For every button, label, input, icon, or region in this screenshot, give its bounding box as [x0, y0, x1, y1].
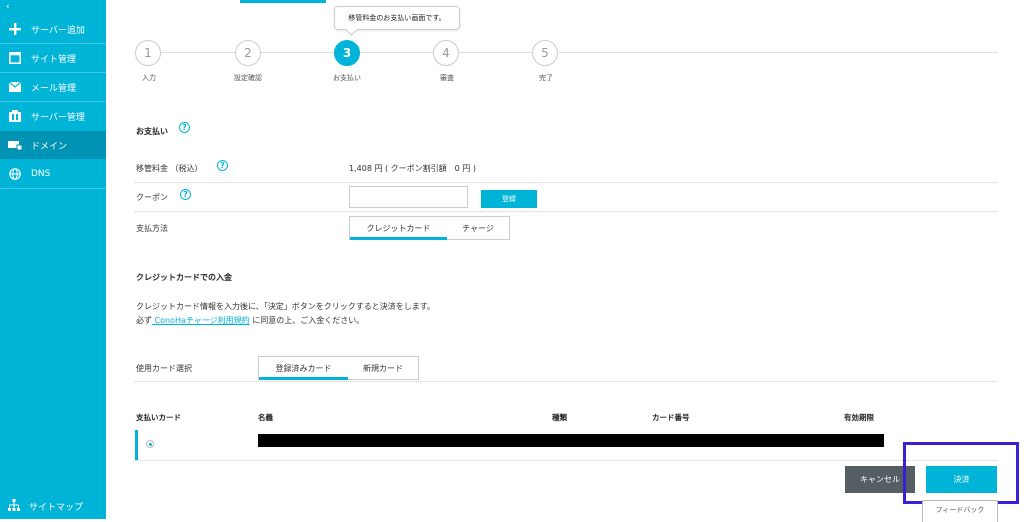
divider — [0, 188, 106, 189]
sidebar-item-label: サーバー追加 — [31, 25, 85, 36]
sitemap-icon — [8, 498, 20, 514]
help-icon[interactable]: ? — [179, 122, 190, 133]
step-label: 審査 — [440, 74, 454, 82]
sidebar-item-label: ドメイン — [31, 141, 68, 152]
terms-prefix: 必ず — [136, 316, 152, 325]
card-radio[interactable] — [146, 440, 154, 448]
step-4: 4 — [433, 40, 459, 66]
card-select-label: 使用カード選択 — [136, 364, 192, 373]
terms-line: 必ず ConoHaチャージ利用規約 に同意の上、ご入金ください。 — [136, 315, 364, 326]
tab-credit-card[interactable]: クレジットカード — [350, 217, 447, 240]
help-icon[interactable]: ? — [217, 160, 228, 171]
sidebar-item-label: サーバー管理 — [31, 112, 85, 123]
sidebar-item-server[interactable]: サーバー管理 — [0, 102, 106, 130]
help-icon[interactable]: ? — [180, 189, 191, 200]
domain-icon — [8, 138, 22, 152]
payment-method-tabs: クレジットカード チャージ — [349, 216, 510, 240]
sidebar-item-add-server[interactable]: サーバー追加 — [0, 15, 106, 43]
window-icon — [8, 51, 22, 65]
method-label: 支払方法 — [136, 224, 168, 233]
divider — [135, 211, 997, 212]
step-tooltip: 移管料金のお支払い画面です。 — [334, 6, 460, 30]
sidebar-item-label: サイト管理 — [31, 54, 77, 65]
column-header-holder: 名義 — [258, 413, 273, 422]
sitemap-link[interactable]: サイトマップ — [0, 496, 106, 516]
sidebar-item-site[interactable]: サイト管理 — [0, 44, 106, 72]
coupon-register-button[interactable]: 登録 — [481, 190, 537, 208]
step-label: 設定確認 — [234, 74, 262, 82]
row-selected-indicator — [135, 430, 138, 460]
credit-instructions: クレジットカード情報を入力後に、「決定」ボタンをクリックすると決済をします。 — [136, 302, 435, 311]
column-header-number: カード番号 — [652, 413, 690, 422]
sidebar-item-mail[interactable]: メール管理 — [0, 73, 106, 101]
annotation-highlight-box — [903, 442, 1019, 504]
step-1: 1 — [135, 40, 161, 66]
step-3-current: 3 — [334, 40, 360, 66]
step-label: お支払い — [333, 74, 361, 82]
column-header-card: 支払いカード — [136, 413, 181, 422]
step-label: 入力 — [142, 74, 156, 82]
redacted-card-info — [258, 434, 884, 447]
mail-icon — [8, 80, 22, 94]
terms-link[interactable]: ConoHaチャージ利用規約 — [152, 316, 250, 325]
card-select-tabs: 登録済みカード 新規カード — [258, 356, 419, 380]
globe-icon — [8, 167, 22, 181]
sidebar-item-domain[interactable]: ドメイン — [0, 131, 106, 159]
column-header-expiry: 有効期限 — [844, 413, 874, 422]
top-accent-bar — [240, 0, 326, 3]
step-label: 完了 — [539, 74, 553, 82]
column-header-type: 種類 — [552, 413, 567, 422]
tab-registered-card[interactable]: 登録済みカード — [259, 357, 348, 380]
payment-heading: お支払い — [136, 127, 168, 136]
tab-charge[interactable]: チャージ — [447, 217, 509, 239]
server-icon — [8, 109, 22, 123]
coupon-input[interactable] — [349, 186, 468, 208]
stepper-line — [148, 52, 998, 53]
sitemap-label: サイトマップ — [29, 502, 84, 513]
divider — [135, 381, 997, 382]
sidebar-item-label: DNS — [31, 169, 51, 179]
step-5: 5 — [532, 40, 558, 66]
sidebar-item-dns[interactable]: DNS — [0, 160, 106, 188]
coupon-label: クーポン — [136, 193, 168, 202]
credit-heading: クレジットカードでの入金 — [136, 273, 232, 282]
terms-suffix: に同意の上、ご入金ください。 — [249, 316, 365, 325]
collapse-sidebar-icon[interactable]: ‹ — [6, 2, 10, 12]
fee-value: 1,408 円 ( クーポン割引額 0 円 ) — [349, 164, 476, 173]
fee-label: 移管料金 （税込） — [136, 164, 203, 173]
sidebar: ‹ サーバー追加 サイト管理 メール管理 サーバー管理 ドメイン DNS サイト… — [0, 0, 106, 519]
divider — [135, 182, 997, 183]
tab-new-card[interactable]: 新規カード — [348, 357, 418, 379]
step-2: 2 — [235, 40, 261, 66]
plus-icon — [8, 22, 22, 36]
sidebar-item-label: メール管理 — [31, 83, 77, 94]
divider — [135, 460, 997, 461]
